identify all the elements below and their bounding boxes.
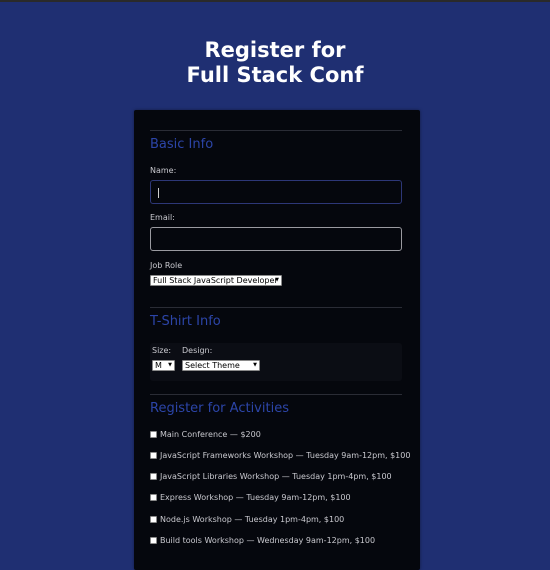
size-selected-value: M bbox=[155, 361, 162, 370]
activity-label: Node.js Workshop — Tuesday 1pm-4pm, $100 bbox=[160, 515, 345, 524]
dropdown-arrow-icon: ▼ bbox=[253, 362, 257, 368]
checkbox-icon[interactable] bbox=[150, 516, 157, 523]
activity-label: Main Conference — $200 bbox=[160, 430, 261, 439]
checkbox-icon[interactable] bbox=[150, 452, 157, 459]
design-select[interactable]: Select Theme ▼ bbox=[182, 360, 260, 371]
basic-info-title: Basic Info bbox=[150, 137, 214, 152]
size-label: Size: bbox=[152, 346, 172, 355]
activity-label: Express Workshop — Tuesday 9am-12pm, $10… bbox=[160, 493, 351, 502]
page-title-line-2: Full Stack Conf bbox=[186, 63, 364, 87]
section-divider bbox=[150, 394, 402, 395]
checkbox-icon[interactable] bbox=[150, 431, 157, 438]
window-top-edge bbox=[0, 0, 550, 2]
registration-form: Basic Info Name: Email: Job Role Full St… bbox=[134, 110, 420, 570]
email-field[interactable] bbox=[150, 227, 402, 251]
tshirt-info-title: T-Shirt Info bbox=[150, 314, 221, 329]
size-select[interactable]: M ▼ bbox=[152, 360, 175, 371]
activities-title: Register for Activities bbox=[150, 401, 289, 416]
dropdown-arrow-icon: ▼ bbox=[168, 362, 172, 368]
job-role-selected-value: Full Stack JavaScript Developer bbox=[153, 276, 278, 285]
text-caret bbox=[158, 188, 159, 198]
job-role-label: Job Role bbox=[150, 261, 183, 270]
name-label: Name: bbox=[150, 166, 177, 175]
design-selected-value: Select Theme bbox=[185, 361, 240, 370]
job-role-select[interactable]: Full Stack JavaScript Developer ▼ bbox=[150, 275, 282, 286]
activity-label: JavaScript Libraries Workshop — Tuesday … bbox=[160, 472, 392, 481]
tshirt-options-panel: Size: Design: M ▼ Select Theme ▼ bbox=[150, 343, 402, 381]
page-title-line-1: Register for bbox=[204, 38, 346, 62]
name-field[interactable] bbox=[150, 180, 402, 204]
checkbox-icon[interactable] bbox=[150, 537, 157, 544]
checkbox-icon[interactable] bbox=[150, 473, 157, 480]
checkbox-icon[interactable] bbox=[150, 494, 157, 501]
section-divider bbox=[150, 130, 402, 131]
section-divider bbox=[150, 307, 402, 308]
design-label: Design: bbox=[182, 346, 213, 355]
activity-label: Build tools Workshop — Wednesday 9am-12p… bbox=[160, 536, 376, 545]
page-title: Register for Full Stack Conf bbox=[0, 38, 550, 88]
activity-label: JavaScript Frameworks Workshop — Tuesday… bbox=[160, 451, 411, 460]
dropdown-arrow-icon: ▼ bbox=[275, 277, 279, 283]
email-label: Email: bbox=[150, 213, 175, 222]
page-header: Register for Full Stack Conf bbox=[0, 38, 550, 88]
